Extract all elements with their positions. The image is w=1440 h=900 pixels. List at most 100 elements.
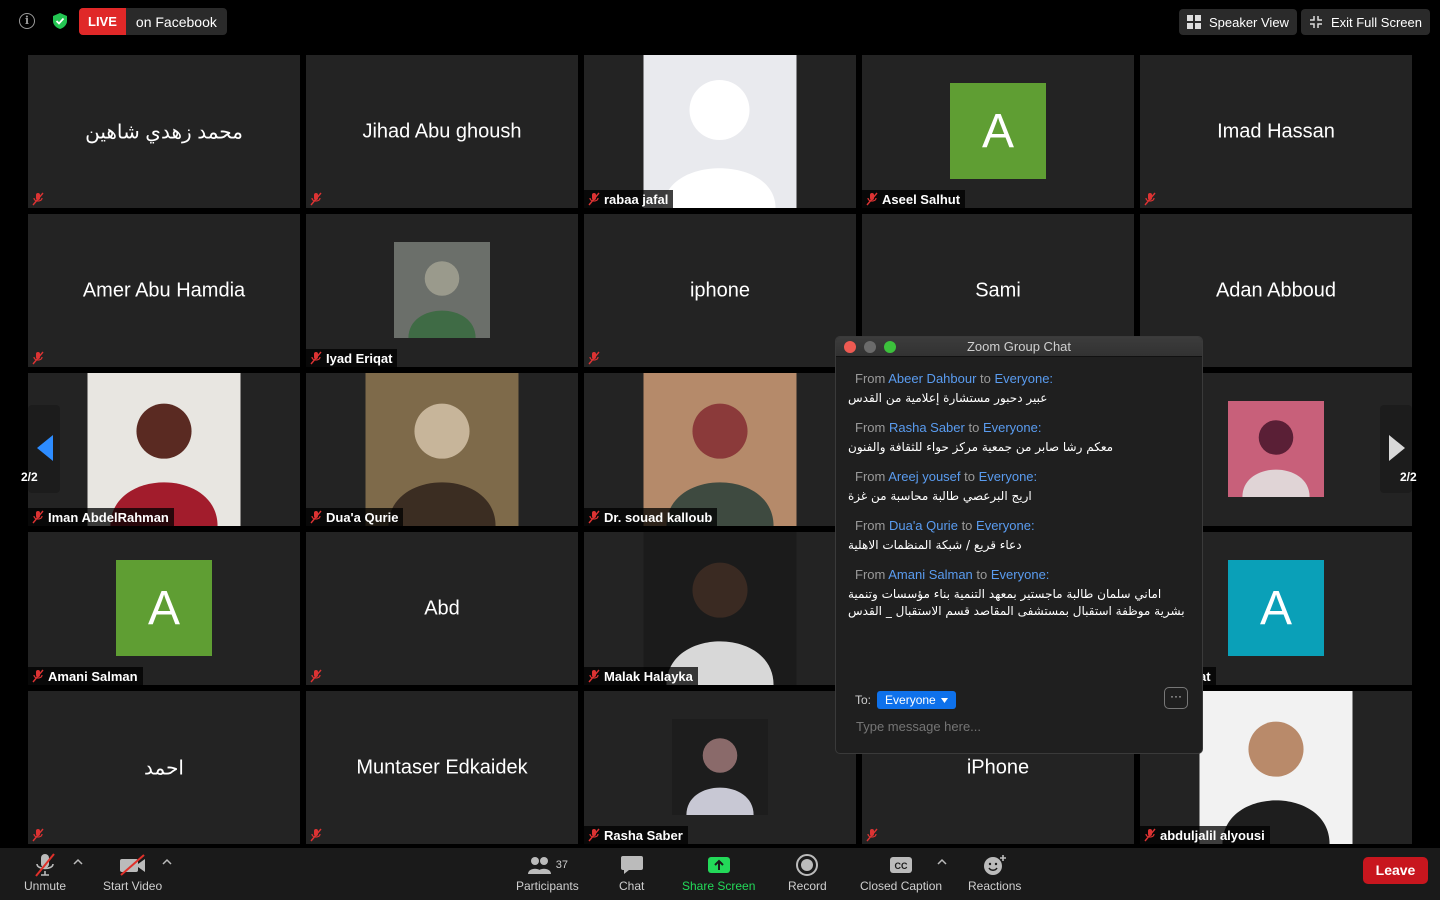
to-label: To: — [855, 693, 872, 707]
reactions-button[interactable]: Reactions — [968, 852, 1021, 893]
speaker-view-button[interactable]: Speaker View — [1178, 9, 1297, 35]
record-icon — [796, 854, 819, 876]
participant-label — [306, 667, 327, 685]
participant-tile[interactable]: Malak Halayka — [584, 532, 856, 685]
mic-muted-icon — [588, 351, 600, 365]
participant-label-name: Rasha Saber — [604, 827, 683, 843]
participant-label-name: Dua'a Qurie — [326, 509, 399, 525]
live-stream-indicator[interactable]: LIVE on Facebook — [79, 8, 227, 35]
minimize-icon[interactable] — [864, 341, 876, 353]
participant-label: rabaa jafal — [584, 190, 674, 208]
participant-tile[interactable]: Iyad Eriqat — [306, 214, 578, 367]
mic-muted-icon — [35, 853, 55, 877]
message-target[interactable]: Everyone: — [995, 371, 1054, 386]
message-header: From Areej yousef to Everyone: — [848, 469, 1190, 484]
participant-tile[interactable]: Dua'a Qurie — [306, 373, 578, 526]
chat-messages[interactable]: From Abeer Dahbour to Everyone: عبير دحبو… — [836, 371, 1202, 633]
chat-button[interactable]: Chat — [619, 852, 644, 893]
mic-muted-icon — [310, 510, 322, 524]
mic-muted-icon — [310, 192, 322, 206]
close-icon[interactable] — [844, 341, 856, 353]
participant-tile[interactable]: A Amani Salman — [28, 532, 300, 685]
chat-message-input[interactable] — [856, 719, 1176, 734]
mic-muted-icon — [866, 192, 878, 206]
participant-name: Jihad Abu ghoush — [362, 120, 522, 142]
shield-icon[interactable] — [52, 12, 68, 30]
message-target[interactable]: Everyone: — [976, 518, 1035, 533]
message-sender[interactable]: Areej yousef — [888, 469, 960, 484]
participant-tile[interactable]: Amer Abu Hamdia — [28, 214, 300, 367]
message-sender[interactable]: Dua'a Qurie — [889, 518, 958, 533]
chat-message: From Areej yousef to Everyone: اريج البرع… — [836, 469, 1202, 505]
message-sender[interactable]: Abeer Dahbour — [888, 371, 976, 386]
start-video-button[interactable]: Start Video — [103, 852, 162, 893]
leave-button[interactable]: Leave — [1363, 857, 1428, 884]
from-word: From — [855, 420, 886, 435]
share-screen-button[interactable]: Share Screen — [682, 852, 755, 893]
participant-tile[interactable]: rabaa jafal — [584, 55, 856, 208]
video-options-chevron-icon[interactable] — [162, 858, 172, 866]
participant-label-name: Amani Salman — [48, 668, 138, 684]
closed-caption-button[interactable]: CC Closed Caption — [860, 852, 942, 893]
exit-fullscreen-button[interactable]: Exit Full Screen — [1300, 9, 1430, 35]
message-target[interactable]: Everyone: — [979, 469, 1038, 484]
unmute-label: Unmute — [24, 879, 67, 893]
record-button[interactable]: Record — [788, 852, 827, 893]
participants-button[interactable]: 37 Participants — [516, 852, 579, 893]
share-screen-icon — [707, 857, 730, 873]
participant-video — [365, 373, 519, 526]
participant-label — [584, 349, 605, 367]
audio-options-chevron-icon[interactable] — [73, 858, 83, 866]
more-options-button[interactable]: ··· — [1164, 687, 1188, 709]
mic-muted-icon — [1144, 192, 1156, 206]
participant-label-name: Malak Halayka — [604, 668, 693, 684]
mic-muted-icon — [32, 192, 44, 206]
unmute-button[interactable]: Unmute — [24, 852, 66, 893]
chat-title-bar[interactable]: Zoom Group Chat — [836, 337, 1202, 357]
reactions-icon — [983, 855, 1006, 875]
recipient-select[interactable]: Everyone — [877, 691, 956, 709]
participant-tile[interactable]: احمد — [28, 691, 300, 844]
live-target: on Facebook — [135, 13, 217, 30]
participant-tile[interactable]: Muntaser Edkaidek — [306, 691, 578, 844]
participant-tile[interactable]: A Aseel Salhut — [862, 55, 1134, 208]
message-target[interactable]: Everyone: — [991, 567, 1050, 582]
mic-muted-icon — [310, 828, 322, 842]
caption-options-chevron-icon[interactable] — [937, 858, 947, 866]
message-text: معكم رشا صابر من جمعية مركز حواء للثقافة… — [848, 440, 1114, 454]
participant-tile[interactable]: iphone — [584, 214, 856, 367]
message-target[interactable]: Everyone: — [983, 420, 1042, 435]
participant-tile[interactable]: Rasha Saber — [584, 691, 856, 844]
message-sender[interactable]: Rasha Saber — [889, 420, 965, 435]
mic-muted-icon — [32, 669, 44, 683]
message-header: From Amani Salman to Everyone: — [848, 567, 1190, 582]
mic-muted-icon — [1144, 828, 1156, 842]
participant-label — [28, 190, 49, 208]
from-word: From — [855, 567, 886, 582]
message-header: From Dua'a Qurie to Everyone: — [848, 518, 1190, 533]
page-indicator-right: 2/2 — [1400, 470, 1417, 484]
participant-tile[interactable]: Iman AbdelRahman — [28, 373, 300, 526]
info-icon[interactable]: i — [19, 13, 35, 29]
message-text: اريج البرعصي طالبة محاسبة من غزة — [848, 489, 1032, 503]
message-sender[interactable]: Amani Salman — [888, 567, 973, 582]
message-text: عبير دحبور مستشارة إعلامية من القدس — [848, 391, 1048, 405]
profile-placeholder-icon — [643, 55, 797, 208]
chat-recipient: To: Everyone — [855, 691, 956, 709]
participant-name: Adan Abboud — [1215, 279, 1337, 301]
participant-tile[interactable]: Dr. souad kalloub — [584, 373, 856, 526]
chat-window[interactable]: Zoom Group Chat From Abeer Dahbour to Ev… — [835, 336, 1203, 754]
participant-tile[interactable]: Abd — [306, 532, 578, 685]
exit-fullscreen-icon — [1309, 16, 1322, 28]
record-label: Record — [788, 879, 827, 893]
participant-tile[interactable]: Imad Hassan — [1140, 55, 1412, 208]
maximize-icon[interactable] — [884, 341, 896, 353]
participant-tile[interactable]: Jihad Abu ghoush — [306, 55, 578, 208]
chat-message: From Abeer Dahbour to Everyone: عبير دحبو… — [836, 371, 1202, 407]
participant-label: Dua'a Qurie — [306, 508, 404, 526]
participants-icon — [527, 857, 551, 874]
start-video-label: Start Video — [103, 879, 163, 893]
participant-label-name: Dr. souad kalloub — [604, 509, 713, 525]
participant-tile[interactable]: محمد زهدي شاهين — [28, 55, 300, 208]
participant-label — [1140, 190, 1161, 208]
